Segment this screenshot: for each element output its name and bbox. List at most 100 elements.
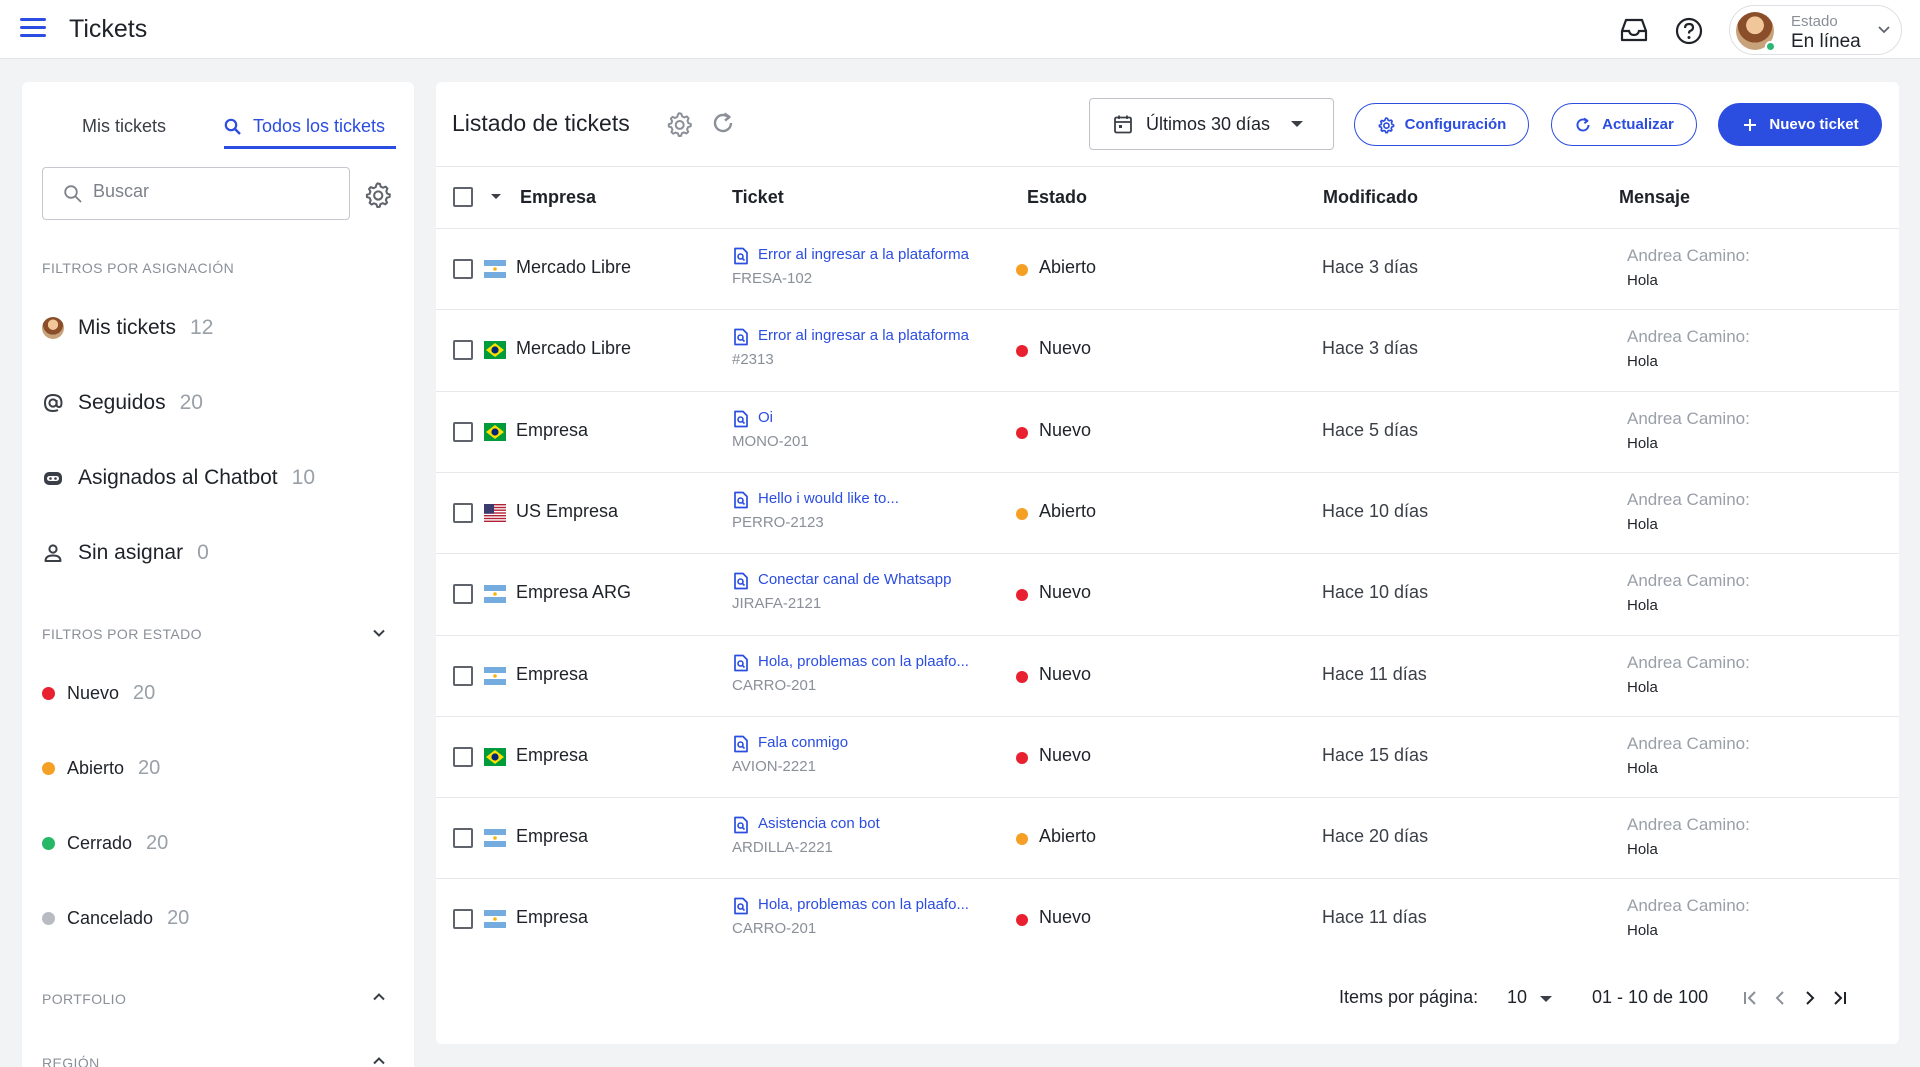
ticket-code: #2313 [732,351,774,369]
user-status-selector[interactable]: Estado En línea [1729,5,1902,55]
filter-state-cancelado[interactable]: Cancelado 20 [42,905,189,931]
message-author: Andrea Camino: [1627,246,1750,265]
bot-icon [42,467,64,489]
filter-followed[interactable]: Seguidos 20 [42,388,203,418]
filter-state-nuevo[interactable]: Nuevo 20 [42,680,155,706]
filter-chatbot[interactable]: Asignados al Chatbot 10 [42,463,315,493]
column-header-modificado[interactable]: Modificado [1323,187,1418,208]
flag-ar-icon [484,910,506,929]
filter-state-abierto[interactable]: Abierto 20 [42,755,160,781]
table-row[interactable]: US Empresa Hello i would like to... PERRO-… [436,471,1899,553]
refresh-icon[interactable] [710,110,736,136]
status-dot [1016,264,1028,276]
tab-my-tickets[interactable]: Mis tickets [82,116,166,137]
row-checkbox[interactable] [453,502,473,523]
dropdown-caret-icon [1291,121,1303,127]
ticket-title-link[interactable]: Hola, problemas con la plaafo... [758,896,969,913]
configuration-label: Configuración [1404,116,1507,133]
column-header-empresa[interactable]: Empresa [520,187,596,208]
select-all-checkbox[interactable] [453,187,473,207]
column-header-estado[interactable]: Estado [1027,187,1087,208]
refresh-button[interactable]: Actualizar [1551,103,1697,146]
ticket-status: Nuevo [1039,907,1092,928]
flag-ar-icon [484,666,506,685]
row-checkbox[interactable] [453,259,473,279]
new-ticket-button[interactable]: Nuevo ticket [1718,103,1882,146]
ticket-title-link[interactable]: Asistencia con bot [758,815,880,832]
filter-my-tickets[interactable]: Mis tickets 12 [42,313,213,343]
gear-icon[interactable] [363,180,392,209]
page-title: Listado de tickets [452,110,630,136]
status-value: En línea [1791,31,1861,52]
tickets-panel: Listado de tickets Últimos 30 días Confi… [436,82,1899,1044]
search-input[interactable] [93,181,333,202]
ticket-title-link[interactable]: Error al ingresar a la plataforma [758,327,969,344]
message-author: Andrea Camino: [1627,896,1750,916]
tab-all-tickets[interactable]: Todos los tickets [253,116,385,137]
chevron-down-icon [1878,26,1890,34]
gear-icon[interactable] [665,110,693,138]
row-checkbox[interactable] [453,909,473,930]
status-caption: Estado [1791,13,1838,30]
row-checkbox[interactable] [453,421,473,442]
company-name: Empresa [516,419,589,440]
chevron-up-icon[interactable] [371,1053,387,1067]
row-checkbox[interactable] [453,340,473,361]
ticket-title-link[interactable]: Hello i would like to... [758,490,899,507]
ticket-document-icon [733,328,749,346]
filter-count: 20 [167,906,190,929]
chevron-up-icon[interactable] [371,989,387,1005]
message-author: Andrea Camino: [1627,327,1750,347]
status-dot [1016,507,1028,520]
row-checkbox[interactable] [453,828,473,849]
plus-icon [1744,118,1757,131]
filter-state-cerrado[interactable]: Cerrado 20 [42,830,168,856]
new-ticket-label: Nuevo ticket [1769,116,1859,133]
table-row[interactable]: Mercado Libre Error al ingresar a la plat… [436,309,1899,390]
configuration-button[interactable]: Configuración [1354,103,1529,146]
page-size-select[interactable]: 10 [1507,987,1527,1008]
modified-time: Hace 11 días [1322,663,1427,684]
status-dot [1016,426,1028,439]
help-icon[interactable] [1674,16,1704,46]
inbox-icon[interactable] [1619,16,1649,44]
row-checkbox[interactable] [453,665,473,686]
table-row[interactable]: Empresa ARG Conectar canal de Whatsapp JIR… [436,553,1899,634]
modified-time: Hace 3 días [1322,257,1419,277]
ticket-title-link[interactable]: Hola, problemas con la plaafo... [758,653,969,670]
row-checkbox[interactable] [453,584,473,605]
ticket-title-link[interactable]: Fala conmigo [758,734,848,751]
filter-label: Cerrado [67,832,133,853]
table-row[interactable]: Empresa Hola, problemas con la plaafo... C… [436,634,1899,716]
ticket-document-icon [733,654,749,672]
table-row[interactable]: Empresa Oi MONO-201 Nuevo Hace 5 días Andrea … [436,390,1899,472]
company-name: US Empresa [516,500,619,521]
select-menu-caret-icon[interactable] [491,194,501,199]
filter-count: 20 [133,681,156,704]
message-author: Andrea Camino: [1627,489,1750,509]
ticket-title-link[interactable]: Oi [758,409,773,426]
gear-icon [1378,116,1395,134]
hamburger-menu-icon[interactable] [20,18,46,42]
chevron-down-icon[interactable] [371,625,387,641]
ticket-title-link[interactable]: Conectar canal de Whatsapp [758,571,951,588]
ticket-status: Abierto [1039,500,1097,521]
status-dot [1016,751,1028,764]
row-checkbox[interactable] [453,746,473,767]
column-header-mensaje[interactable]: Mensaje [1619,187,1690,208]
page-size-caret-icon[interactable] [1540,996,1552,1002]
ticket-title-link[interactable]: Error al ingresar a la plataforma [758,246,969,263]
table-row[interactable]: Empresa Fala conmigo AVION-2221 Nuevo Hace 1… [436,715,1899,797]
table-row[interactable]: Empresa Asistencia con bot ARDILLA-2221 Abi… [436,797,1899,878]
ticket-document-icon [733,897,749,915]
first-page-icon[interactable] [1739,987,1761,1009]
filter-unassigned[interactable]: Sin asignar 0 [42,538,209,568]
next-page-icon[interactable] [1799,987,1821,1009]
search-field[interactable] [42,167,350,220]
table-row[interactable]: Empresa Hola, problemas con la plaafo... C… [436,878,1899,959]
previous-page-icon[interactable] [1769,987,1791,1009]
table-row[interactable]: Mercado Libre Error al ingresar a la plat… [436,228,1899,309]
column-header-ticket[interactable]: Ticket [732,187,784,208]
date-range-select[interactable]: Últimos 30 días [1089,98,1334,150]
last-page-icon[interactable] [1829,987,1851,1009]
